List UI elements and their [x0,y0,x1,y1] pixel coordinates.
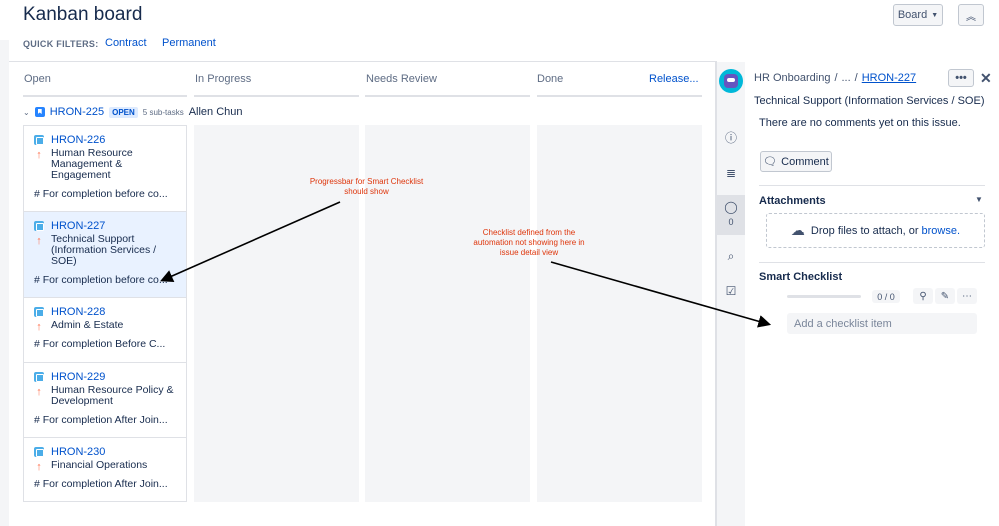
quick-filter-permanent[interactable]: Permanent [162,37,216,49]
double-chevron-up-icon: ︽ [966,11,976,23]
column-header-in-progress: In Progress [195,73,252,85]
card-issue-key[interactable]: HRON-230 [51,446,105,458]
card-summary: Human Resource Management & Engagement [51,147,133,181]
left-gutter [0,40,9,526]
column-header-open: Open [24,73,51,85]
issue-card[interactable]: HRON-230 ↑ Financial Operations # For co… [23,437,187,502]
column-rule [365,95,530,97]
subtask-icon [34,447,44,457]
attachment-icon[interactable]: ⌕ [717,242,745,270]
card-summary: Human Resource Policy & Development [51,384,174,407]
breadcrumb-separator: / [854,72,858,84]
quick-filters-label: QUICK FILTERS: [23,39,99,49]
checklist-icon[interactable]: ☑ [717,277,745,305]
subtask-icon [34,135,44,145]
edit-pencil-icon[interactable]: ✎ [935,288,955,304]
attachments-title: Attachments [759,195,826,207]
ellipsis-icon: ••• [955,72,967,84]
collapse-header-button[interactable]: ︽ [958,4,984,26]
card-description: # For completion before co... [34,188,168,200]
no-comments-text: There are no comments yet on this issue. [759,117,961,129]
annotation-checklist: Checklist defined from the automation no… [473,228,585,257]
subtask-icon [34,307,44,317]
attachment-dropzone[interactable]: ☁ Drop files to attach, or browse. [766,213,985,248]
board-menu-button[interactable]: Board ▼ [893,4,943,26]
release-link[interactable]: Release... [649,73,699,85]
caret-down-icon: ▼ [931,11,939,19]
browse-link[interactable]: browse. [922,225,961,237]
card-description: # For completion After Join... [34,414,168,426]
description-icon[interactable]: ≣ [717,159,745,187]
card-description: # For completion Before C... [34,338,166,350]
breadcrumb-issue-key[interactable]: HRON-227 [862,72,916,84]
annotation-progressbar: Progressbar for Smart Checklist should s… [309,177,424,196]
project-avatar [719,69,743,93]
checklist-count: 0 / 0 [872,290,900,303]
breadcrumb-separator: / [834,72,838,84]
card-issue-key[interactable]: HRON-227 [51,220,105,232]
issue-card[interactable]: HRON-226 ↑ Human Resource Management & E… [23,125,187,212]
breadcrumb-parent[interactable]: ... [842,72,851,84]
subtask-icon [34,221,44,231]
column-done-dropzone [537,125,702,502]
cloud-upload-icon: ☁ [790,222,805,238]
priority-arrow-up-icon: ↑ [36,321,42,333]
caret-down-icon[interactable]: ▼ [975,195,983,204]
more-actions-button[interactable]: ••• [948,69,974,87]
comment-button[interactable]: 🗨 Comment [760,151,832,172]
page-title: Kanban board [23,4,143,25]
breadcrumb: HR Onboarding / ... / HRON-227 [754,72,916,84]
card-issue-key[interactable]: HRON-229 [51,371,105,383]
column-header-done: Done [537,73,564,85]
info-icon[interactable]: ⓘ [717,123,745,151]
card-issue-key[interactable]: HRON-228 [51,306,105,318]
card-summary: Admin & Estate [51,319,124,331]
priority-arrow-up-icon: ↑ [36,235,42,247]
swimlane-issue-key[interactable]: HRON-225 [50,106,104,118]
dropzone-text: Drop files to attach, or [810,224,919,237]
subtask-count: 5 sub-tasks [142,107,184,117]
board-divider [9,61,715,62]
comments-icon[interactable]: ◯ [717,195,745,235]
quick-filter-contract[interactable]: Contract [105,37,147,49]
section-divider [759,185,985,186]
breadcrumb-project[interactable]: HR Onboarding [754,72,830,84]
section-divider [759,262,985,263]
subtask-icon [34,372,44,382]
checklist-progress-bar [787,295,861,298]
smart-checklist-title: Smart Checklist [759,271,843,283]
column-rule [23,95,187,97]
robot-avatar-icon [724,74,738,88]
board-button-label: Board [897,9,928,21]
card-summary: Financial Operations [51,459,148,471]
column-rule [194,95,359,97]
column-rule [537,95,702,97]
card-issue-key[interactable]: HRON-226 [51,134,105,146]
issue-card[interactable]: HRON-228 ↑ Admin & Estate # For completi… [23,297,187,363]
column-header-needs-review: Needs Review [366,73,437,85]
chevron-down-icon[interactable]: ⌄ [23,108,30,117]
detail-side-nav: ⓘ ≣ ◯ ⌕ ☑ [717,62,745,526]
more-options-icon[interactable]: ⋯ [957,288,977,304]
swimlane-assignee: Allen Chun [188,106,243,118]
priority-arrow-up-icon: ↑ [36,386,42,398]
close-icon[interactable]: ✕ [980,70,992,87]
card-description: # For completion After Join... [34,478,168,490]
status-badge: OPEN [109,106,138,118]
card-description: # For completion before co... [34,274,168,286]
issue-card[interactable]: HRON-229 ↑ Human Resource Policy & Devel… [23,362,187,438]
story-icon [34,107,45,117]
comment-button-label: Comment [781,155,829,168]
filter-icon[interactable]: ⚲ [913,288,933,304]
issue-title[interactable]: Technical Support (Information Services … [754,95,984,107]
swimlane-header[interactable]: ⌄ HRON-225 OPEN 5 sub-tasks Allen Chun [23,105,243,119]
card-summary: Technical Support (Information Services … [51,233,157,267]
priority-arrow-up-icon: ↑ [36,149,42,161]
issue-card-selected[interactable]: HRON-227 ↑ Technical Support (Informatio… [23,211,187,298]
priority-arrow-up-icon: ↑ [36,461,42,473]
comment-count: 0 [728,217,734,227]
add-checklist-item-input[interactable] [787,313,977,334]
comment-icon: 🗨 [763,156,778,168]
